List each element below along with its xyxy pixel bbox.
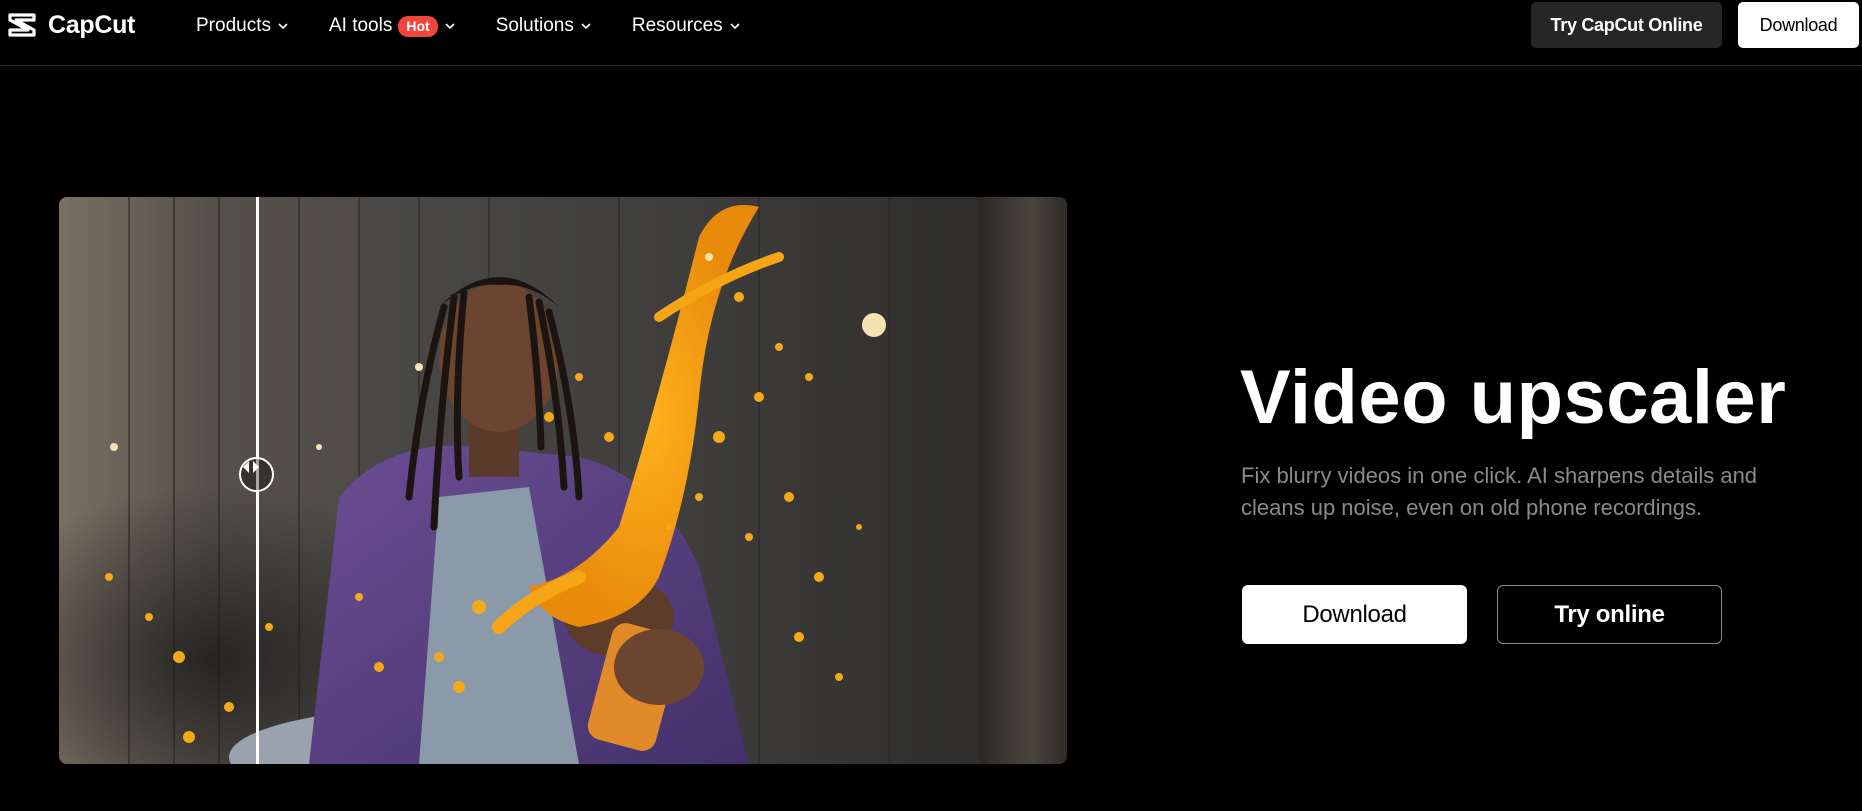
hero-description: Fix blurry videos in one click. AI sharp… bbox=[1241, 463, 1758, 520]
chevron-down-icon bbox=[278, 23, 288, 30]
chevron-down-icon bbox=[445, 23, 455, 30]
compare-arrows-icon bbox=[243, 461, 259, 473]
try-capcut-online-button[interactable]: Try CapCut Online bbox=[1531, 2, 1722, 48]
capcut-logo-icon bbox=[8, 13, 36, 37]
chevron-down-icon bbox=[581, 23, 591, 30]
preview-image bbox=[59, 197, 1067, 764]
nav-item-resources[interactable]: Resources bbox=[632, 15, 741, 37]
nav-item-label: AI tools bbox=[328, 15, 393, 36]
hot-badge: Hot bbox=[398, 15, 438, 37]
nav-item-products[interactable]: Products bbox=[196, 15, 289, 37]
nav-item-label: Solutions bbox=[495, 15, 574, 36]
nav-item-label: Resources bbox=[631, 15, 723, 36]
hero-download-button[interactable]: Download bbox=[1242, 585, 1467, 644]
chevron-down-icon bbox=[730, 23, 740, 30]
video-comparison-preview[interactable] bbox=[59, 197, 1067, 764]
nav-download-button[interactable]: Download bbox=[1738, 2, 1859, 48]
hero-try-online-button[interactable]: Try online bbox=[1497, 585, 1722, 644]
nav-item-label: Products bbox=[196, 15, 271, 36]
page-title: Video upscaler bbox=[1240, 355, 1787, 440]
comparison-slider-handle[interactable] bbox=[239, 457, 274, 492]
nav-item-solutions[interactable]: Solutions bbox=[496, 15, 592, 37]
nav-item-ai-tools[interactable]: AI tools Hot bbox=[329, 15, 456, 37]
main-menu: Products AI tools Hot Solutions Resource… bbox=[196, 0, 781, 52]
brand-name: CapCut bbox=[48, 10, 136, 39]
capcut-logo[interactable]: CapCut bbox=[8, 10, 135, 40]
top-navigation-bar: CapCut Products AI tools Hot Solutions R… bbox=[0, 0, 1862, 66]
